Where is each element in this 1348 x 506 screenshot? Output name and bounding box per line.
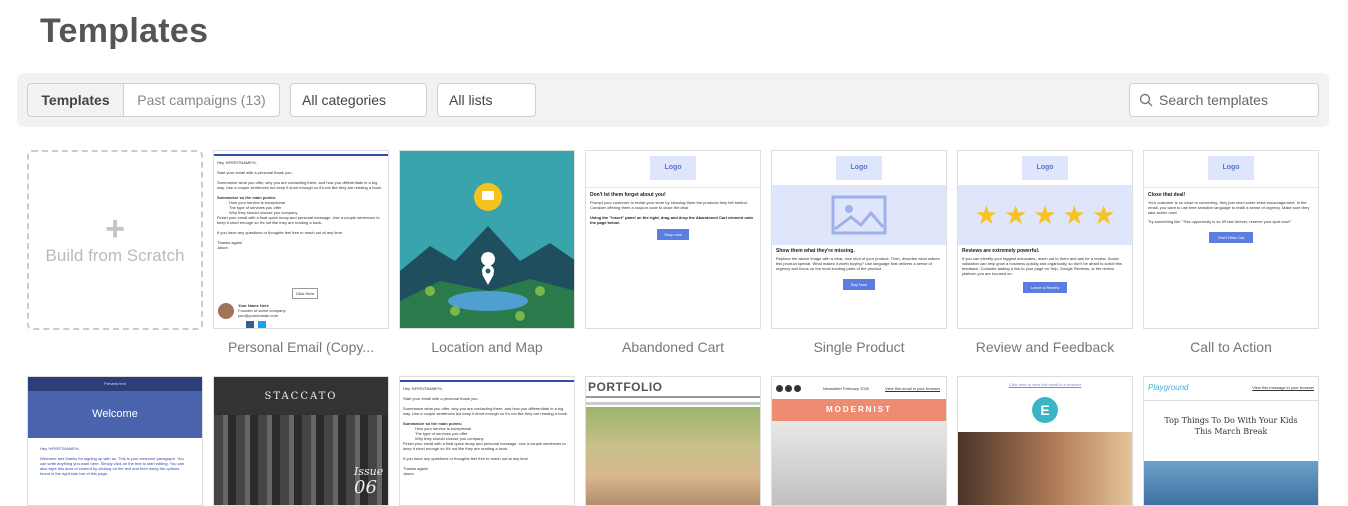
list-select[interactable]: All lists — [437, 83, 536, 117]
plus-icon: + — [105, 210, 125, 248]
thumb-text: Preview text — [28, 377, 202, 391]
thumb-text: Start your email with a personal thank y… — [403, 396, 479, 401]
thumb-text: Jason — [217, 245, 228, 250]
thumb-text: Finish your email with a final quick rec… — [217, 215, 380, 225]
template-card-welcome[interactable]: Preview text Welcome Hey %FIRSTNAME%, We… — [27, 376, 203, 506]
template-card-call-to-action[interactable]: Logo Close that deal! Your customer is s… — [1143, 150, 1319, 329]
template-name[interactable]: Location and Map — [399, 339, 575, 355]
tab-templates[interactable]: Templates — [28, 84, 124, 116]
thumb-button: Buy Now — [843, 279, 875, 290]
search-icon — [1139, 93, 1153, 107]
thumb-text: Try something like "This opportunity is … — [1148, 219, 1292, 224]
thumb-button: Leave a Review — [1023, 282, 1067, 293]
thumb-text: Newsletter February 2020 — [823, 385, 870, 391]
twitter-icon — [258, 321, 266, 328]
thumb-button: Click Here — [292, 288, 318, 299]
thumb-text: Jason — [403, 471, 414, 476]
thumb-text: you@yourdomain.com — [238, 313, 279, 318]
template-card-estore[interactable]: Click here to view this email in a brows… — [957, 376, 1133, 506]
category-select[interactable]: All categories — [290, 83, 427, 117]
thumb-text: 06 — [354, 477, 377, 498]
photo-placeholder — [586, 407, 760, 505]
thumb-text: Using the "Insert" panel on the right, d… — [590, 215, 753, 225]
thumb-text: Hey %FIRSTNAME%, — [40, 446, 80, 451]
thumb-heading: Reviews are extremely powerful. — [962, 248, 1040, 254]
thumb-text: Click here to view this email in a brows… — [1008, 382, 1082, 387]
thumb-heading: Show them what they're missing. — [776, 248, 855, 254]
thumb-heading: Close that deal! — [1148, 192, 1186, 198]
image-placeholder-icon — [831, 195, 887, 235]
thumb-text: View this email in your browser — [885, 385, 941, 391]
page-title: Templates — [40, 12, 209, 50]
template-name[interactable]: Personal Email (Copy... — [213, 339, 389, 355]
mountain-map-illustration — [400, 151, 574, 328]
search-input[interactable] — [1159, 92, 1309, 108]
thumb-heading: Welcome — [28, 391, 202, 438]
star-icon: ★ — [1091, 199, 1116, 230]
thumb-text: If you have any questions or thoughts fe… — [217, 230, 344, 235]
thumb-heading: PORTFOLIO — [588, 380, 663, 394]
thumb-text: Start your email with a personal thank y… — [217, 170, 293, 175]
thumb-text: Your customer is so close to converting,… — [1148, 200, 1310, 215]
thumb-text: Summarize what you offer, why you are co… — [403, 406, 569, 416]
thumb-logo: E — [1032, 397, 1058, 423]
social-icon — [785, 384, 792, 392]
template-name[interactable]: Call to Action — [1143, 339, 1319, 355]
thumb-text: Welcome and thanks for signing up with u… — [40, 456, 185, 476]
social-icon — [794, 384, 801, 392]
facebook-icon — [246, 321, 254, 328]
build-from-scratch-label: Build from Scratch — [45, 246, 185, 265]
thumb-heading: Don't let them forget about you! — [590, 192, 666, 198]
template-name[interactable]: Abandoned Cart — [585, 339, 761, 355]
photo-placeholder — [1144, 461, 1318, 505]
thumb-heading: Top Things To Do With Your Kids This Mar… — [1164, 416, 1298, 436]
template-card-portfolio[interactable]: PORTFOLIO — [585, 376, 761, 506]
template-source-toggle: Templates Past campaigns (13) — [27, 83, 280, 117]
logo-placeholder: Logo — [1208, 156, 1254, 180]
template-card-single-product[interactable]: Logo Show them what they're missing. Rep… — [771, 150, 947, 329]
thumb-text: Hey %FIRSTNAME%, — [403, 386, 443, 391]
photo-placeholder — [958, 432, 1132, 505]
social-icon — [776, 384, 783, 392]
filter-toolbar: Templates Past campaigns (13) All catego… — [17, 73, 1329, 127]
thumb-text: View this message in your browser — [1252, 385, 1314, 390]
template-name[interactable]: Single Product — [771, 339, 947, 355]
tab-past-campaigns[interactable]: Past campaigns (13) — [124, 84, 279, 116]
template-name[interactable]: Review and Feedback — [957, 339, 1133, 355]
thumb-heading: MODERNIST — [772, 399, 946, 421]
template-card-review-feedback[interactable]: Logo ★ ★ ★ ★ ★ Reviews are extremely pow… — [957, 150, 1133, 329]
thumb-text: If you can identify your biggest advocat… — [962, 256, 1122, 276]
template-card-location-map[interactable] — [399, 150, 575, 329]
thumb-button: Shop now — [657, 229, 689, 240]
thumb-text: If you have any questions or thoughts fe… — [403, 456, 530, 461]
star-rating: ★ ★ ★ ★ ★ — [958, 185, 1132, 245]
template-card-staccato[interactable]: STACCATO Issue 06 — [213, 376, 389, 506]
thumb-text: Prompt your customer to revisit your sto… — [590, 200, 748, 210]
star-icon: ★ — [1062, 199, 1086, 230]
thumb-button: Don't Miss Out — [1209, 232, 1253, 243]
photo-placeholder — [772, 421, 946, 505]
search-box[interactable] — [1129, 83, 1319, 117]
thumb-heading: STACCATO — [264, 391, 338, 402]
thumb-text: Finish your email with a final quick rec… — [403, 441, 566, 451]
logo-placeholder: Logo — [650, 156, 696, 180]
star-icon: ★ — [974, 199, 999, 230]
template-card-modernist[interactable]: Newsletter February 2020 View this email… — [771, 376, 947, 506]
thumb-text: Hey %FIRSTNAME%, — [217, 160, 257, 165]
thumb-logo: Playground — [1148, 383, 1189, 392]
template-card-personal-email-2[interactable]: Hey %FIRSTNAME%, Start your email with a… — [399, 376, 575, 506]
template-card-personal-email[interactable]: Hey %FIRSTNAME%, Start your email with a… — [213, 150, 389, 329]
thumb-text: Summarize what you offer, why you are co… — [217, 180, 383, 190]
template-card-abandoned-cart[interactable]: Logo Don't let them forget about you! Pr… — [585, 150, 761, 329]
avatar — [218, 303, 234, 319]
star-icon: ★ — [1004, 199, 1028, 230]
build-from-scratch-card[interactable]: + Build from Scratch — [27, 150, 203, 330]
star-icon: ★ — [1033, 199, 1057, 230]
logo-placeholder: Logo — [1022, 156, 1068, 180]
thumb-text: Replace the above image with a clear, ni… — [776, 256, 940, 271]
template-card-playground[interactable]: Playground View this message in your bro… — [1143, 376, 1319, 506]
logo-placeholder: Logo — [836, 156, 882, 180]
